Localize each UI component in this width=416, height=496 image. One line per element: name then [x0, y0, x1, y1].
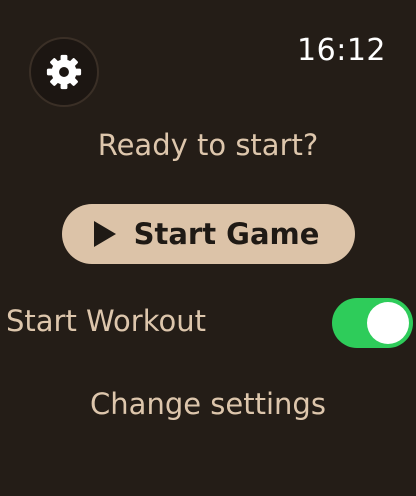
start-workout-toggle[interactable] — [332, 298, 413, 348]
ready-prompt: Ready to start? — [97, 128, 319, 162]
clock-time: 16:12 — [297, 33, 386, 68]
play-icon — [92, 220, 118, 248]
change-settings-button[interactable]: Change settings — [0, 387, 416, 421]
workout-row: Start Workout — [0, 298, 416, 350]
settings-button[interactable] — [29, 37, 99, 107]
toggle-knob — [367, 302, 409, 344]
start-game-label: Start Game — [133, 217, 320, 251]
gear-icon — [45, 53, 83, 91]
start-workout-label: Start Workout — [6, 304, 206, 338]
start-game-button[interactable]: Start Game — [62, 204, 355, 264]
